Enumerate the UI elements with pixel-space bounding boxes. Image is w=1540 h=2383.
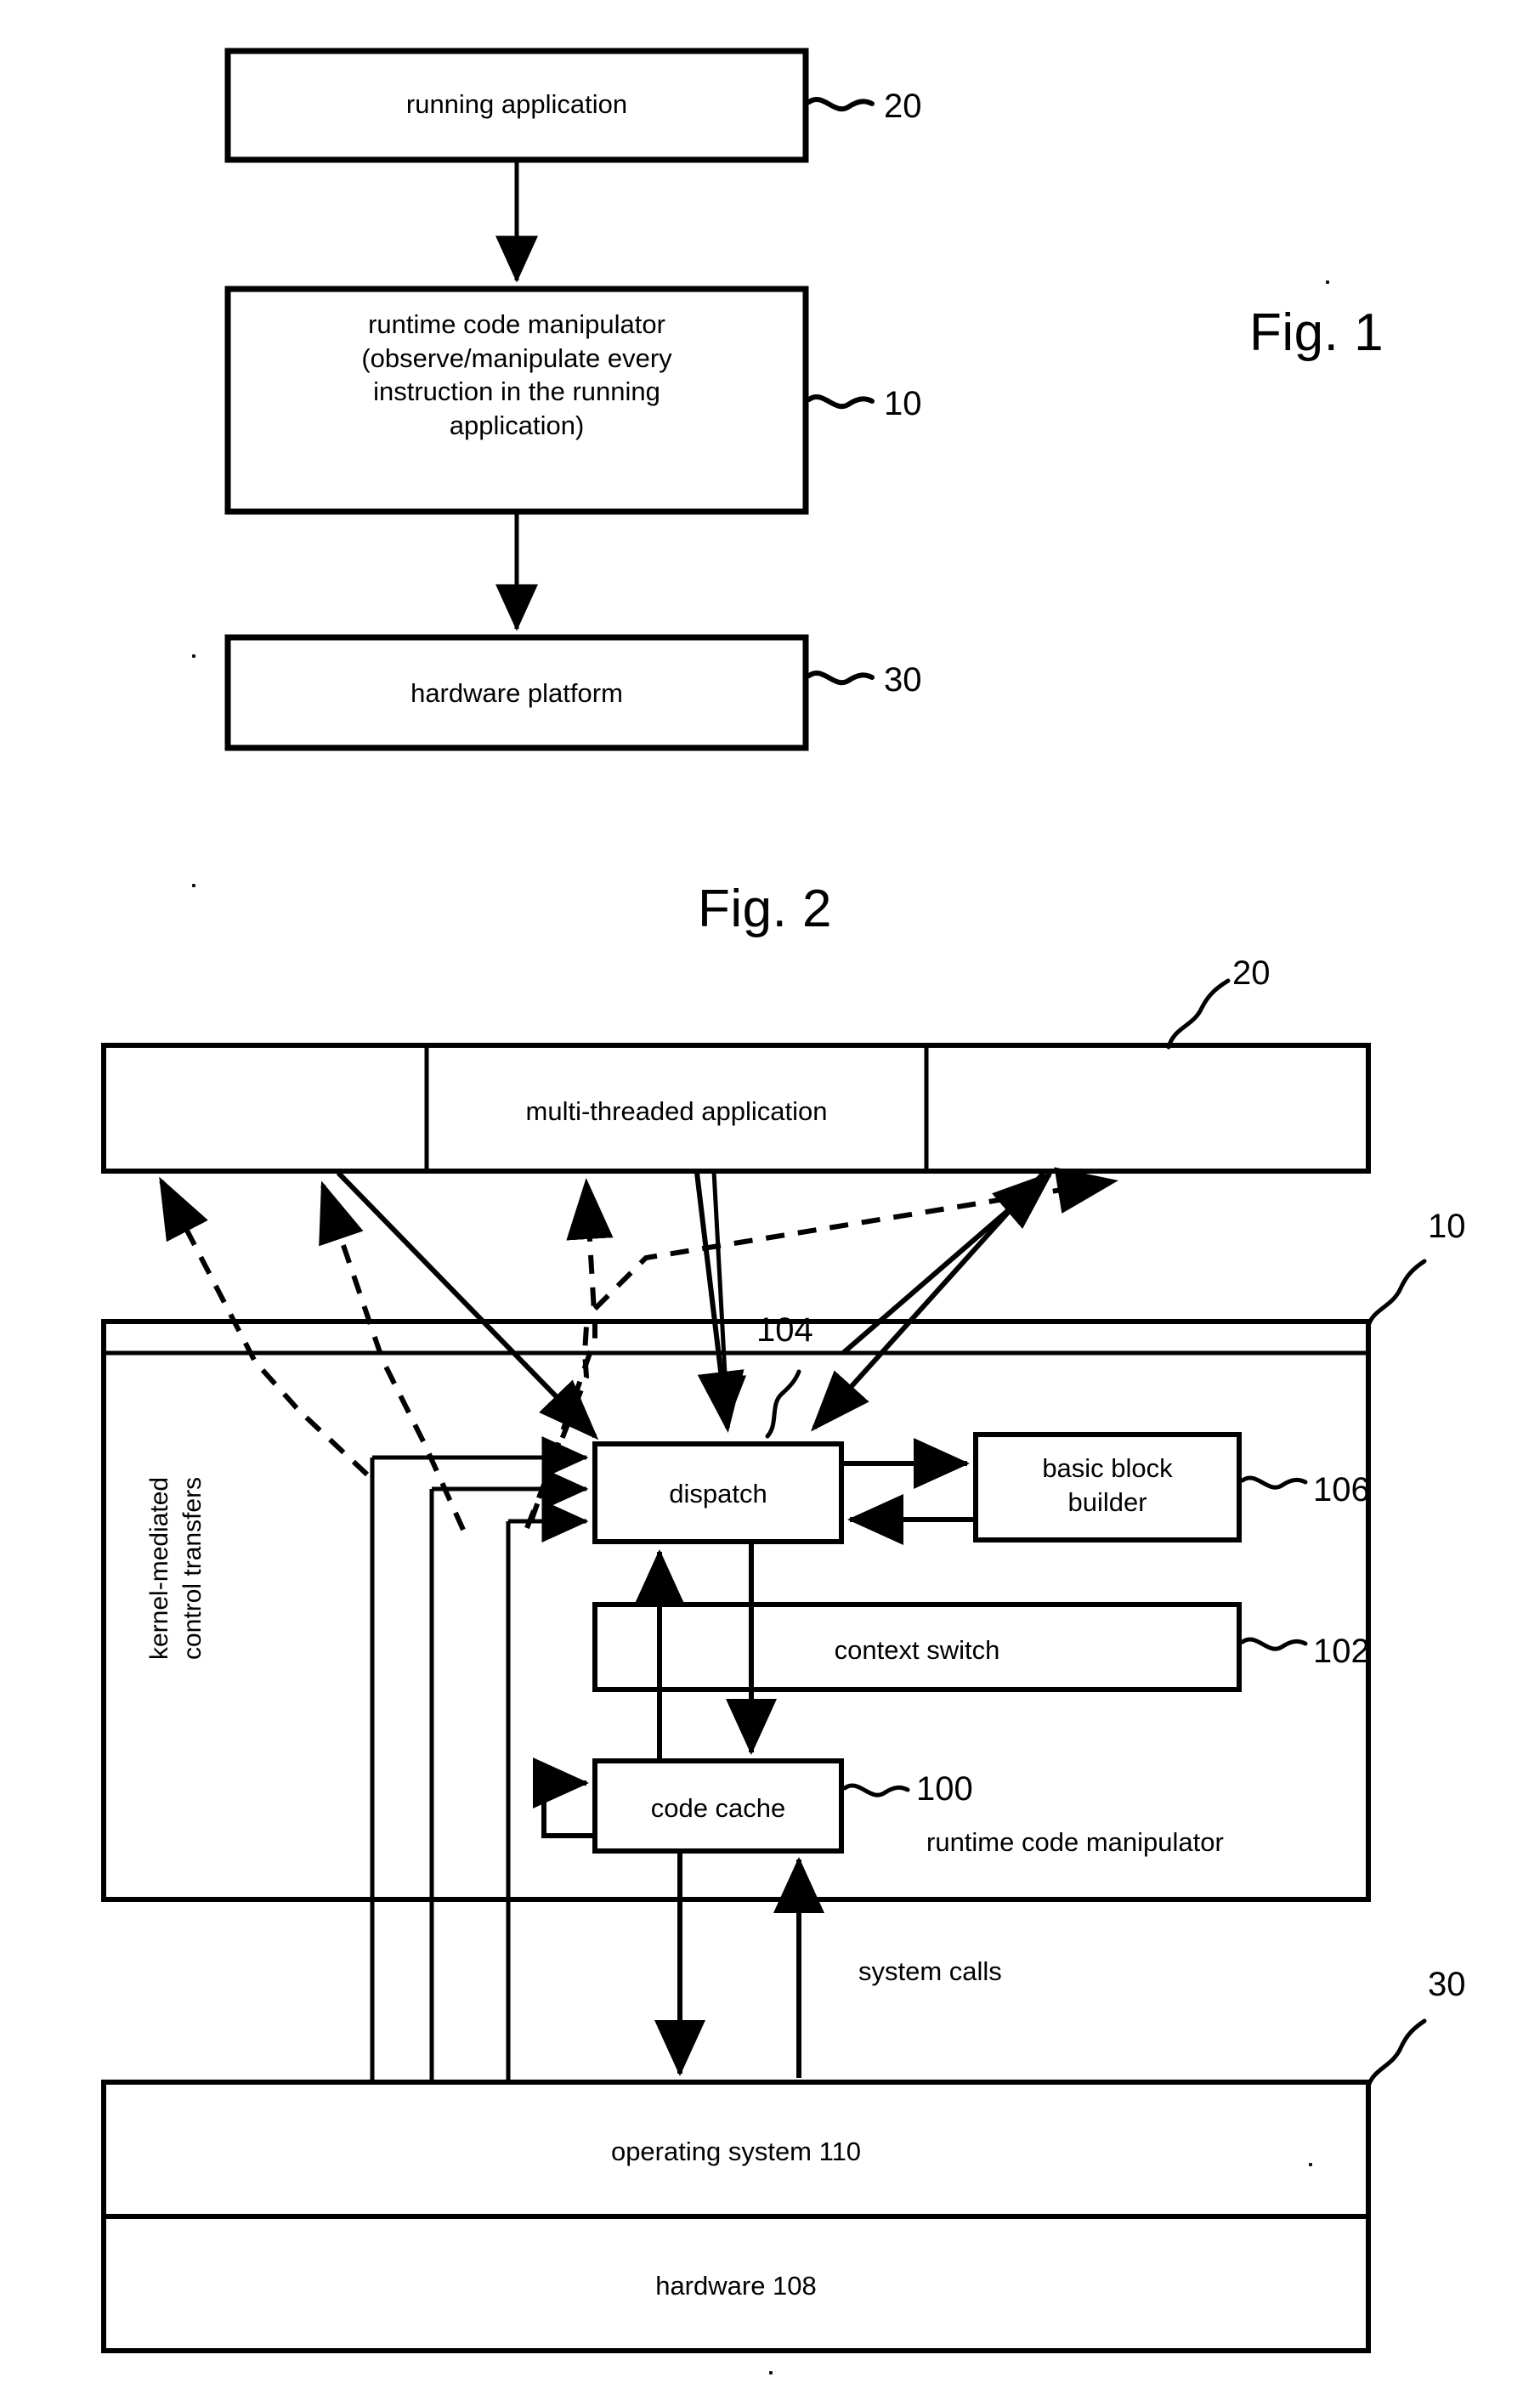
figure-1-title: Fig. 1 — [1249, 303, 1384, 362]
leader-104 — [765, 1369, 801, 1439]
fig2-ref-10: 10 — [1428, 1208, 1466, 1245]
leader-100 — [842, 1783, 910, 1797]
leader-102 — [1240, 1637, 1308, 1651]
fig1-ref-leaders — [807, 97, 875, 686]
fig2-ref-102: 102 — [1313, 1633, 1370, 1670]
fig2-hardware-label: hardware 108 — [655, 2271, 817, 2301]
fig2-component-leaders — [765, 1369, 1308, 1797]
scan-speck — [192, 654, 195, 658]
fig2-ref-106: 106 — [1313, 1471, 1370, 1508]
fig2-ref-104: 104 — [756, 1311, 813, 1349]
fig2-operating-system-label: operating system 110 — [610, 2137, 862, 2166]
fig2-ref20-leader — [1166, 978, 1231, 1050]
fig2-system-call-arrows — [654, 1851, 824, 2078]
fig2-code-cache-label: code cache — [650, 1793, 786, 1823]
fig2-ref-100: 100 — [916, 1770, 973, 1808]
fig2-ref104-pointer — [704, 1170, 747, 1424]
fig1-ref-20: 20 — [884, 88, 922, 125]
figure-2-title: Fig. 2 — [697, 880, 833, 938]
scan-speck — [192, 884, 195, 887]
fig2-kernel-mediated-control-transfers-label: kernel-mediated control transfers — [145, 1476, 207, 1660]
scan-speck — [1309, 2163, 1312, 2166]
patent-drawing-sheet: Fig. 1 running application runtime code … — [0, 0, 1540, 2383]
fig2-kernel-transfer-lines — [370, 1436, 589, 2082]
fig2-dispatch-label: dispatch — [669, 1479, 767, 1508]
fig2-ref-30: 30 — [1428, 1966, 1466, 2003]
fig1-box-hardware-platform-label: hardware platform — [410, 678, 623, 708]
fig1-box-runtime-code-manipulator-label: runtime code manipulator (observe/manipu… — [361, 309, 672, 441]
scan-speck — [1326, 280, 1329, 284]
leader-106 — [1240, 1475, 1308, 1490]
fig2-dispatch-bbb-arrows — [841, 1438, 976, 1545]
scan-speck — [769, 2371, 773, 2375]
fig2-multi-threaded-application-label: multi-threaded application — [525, 1096, 828, 1126]
fig1-ref-30: 30 — [884, 661, 922, 699]
fig2-control-transfer-diagonals — [336, 1170, 1054, 1441]
fig1-box-running-application-label: running application — [405, 89, 628, 119]
fig2-ref30-leader — [1366, 2018, 1427, 2089]
fig2-runtime-code-manipulator-caption: runtime code manipulator — [926, 1827, 1224, 1857]
fig2-system-calls-label: system calls — [858, 1956, 1002, 1986]
fig2-basic-block-builder-label: basic block builder — [1042, 1453, 1173, 1517]
fig2-platform-band — [101, 2080, 1371, 2353]
fig2-context-switch-label: context switch — [834, 1635, 1000, 1665]
fig2-ref-20: 20 — [1232, 954, 1271, 992]
fig1-ref-10: 10 — [884, 385, 922, 422]
fig2-ref10-leader — [1366, 1259, 1427, 1328]
